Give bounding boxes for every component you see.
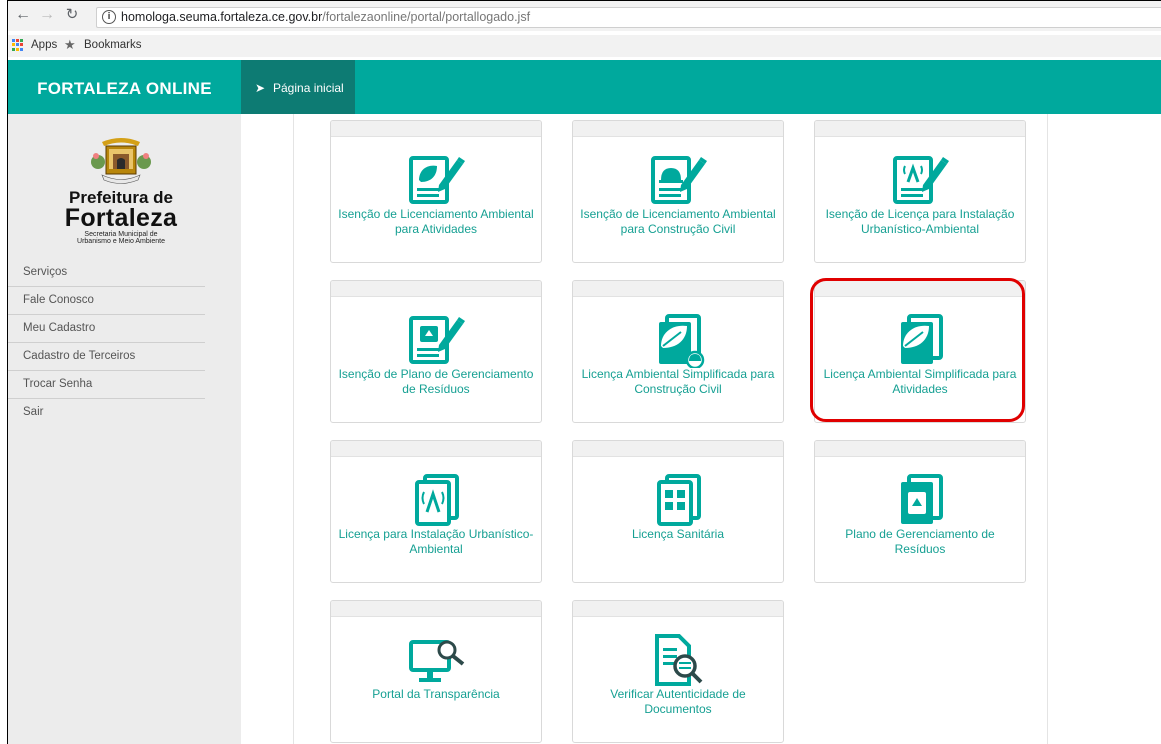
service-card[interactable]: Isenção de Licença para Instalação Urban… bbox=[814, 120, 1026, 263]
service-card[interactable]: Isenção de Plano de Gerenciamento de Res… bbox=[330, 280, 542, 423]
service-card[interactable]: Licença Ambiental Simplificada para Cons… bbox=[572, 280, 784, 423]
card-title: Licença Ambiental Simplificada para Ativ… bbox=[823, 367, 1017, 396]
card-title: Licença Sanitária bbox=[631, 527, 725, 541]
info-icon[interactable]: i bbox=[102, 10, 116, 24]
recycle-form-pen-icon bbox=[407, 312, 467, 368]
card-header bbox=[815, 121, 1025, 137]
logo-line3: Secretaria Municipal de bbox=[84, 231, 158, 238]
service-card[interactable]: Plano de Gerenciamento de Resíduos bbox=[814, 440, 1026, 583]
card-title: Isenção de Licenciamento Ambiental para … bbox=[338, 207, 534, 236]
card-title: Licença Ambiental Simplificada para Cons… bbox=[581, 367, 775, 396]
service-card[interactable]: Licença Ambiental Simplificada para Ativ… bbox=[814, 280, 1026, 423]
tab-home[interactable]: ➤ Página inicial bbox=[241, 60, 355, 114]
sidebar-item-servicos[interactable]: Serviços bbox=[8, 259, 205, 287]
card-title: Isenção de Licença para Instalação Urban… bbox=[825, 207, 1015, 236]
sidebar-item-meu-cadastro[interactable]: Meu Cadastro bbox=[8, 315, 205, 343]
star-icon: ★ bbox=[64, 37, 76, 52]
bookmark-bookmarks[interactable]: Bookmarks bbox=[84, 39, 142, 51]
card-title: Verificar Autenticidade de Documentos bbox=[610, 687, 746, 716]
bookmark-apps[interactable]: Apps bbox=[31, 39, 57, 51]
sidebar-menu: Serviços Fale Conosco Meu Cadastro Cadas… bbox=[8, 259, 205, 426]
card-header bbox=[573, 441, 783, 457]
card-title: Portal da Transparência bbox=[372, 687, 500, 701]
navigation-arrow-icon: ➤ bbox=[255, 81, 266, 95]
card-title: Isenção de Plano de Gerenciamento de Res… bbox=[338, 367, 534, 396]
back-arrow-icon[interactable]: ← bbox=[14, 6, 32, 24]
services-panel: Isenção de Licenciamento Ambiental para … bbox=[293, 114, 1048, 744]
service-card[interactable]: Portal da Transparência bbox=[330, 600, 542, 743]
card-header bbox=[331, 441, 541, 457]
card-header bbox=[815, 281, 1025, 297]
reload-icon[interactable]: ↻ bbox=[63, 6, 81, 24]
sidebar: Prefeitura de Fortaleza Secretaria Munic… bbox=[8, 114, 241, 744]
tab-home-label: Página inicial bbox=[273, 81, 344, 95]
service-card[interactable]: Isenção de Licenciamento Ambiental para … bbox=[572, 120, 784, 263]
helmet-form-pen-icon bbox=[649, 152, 709, 208]
sidebar-item-cadastro-terceiros[interactable]: Cadastro de Terceiros bbox=[8, 343, 205, 371]
service-card[interactable]: Licença Sanitária bbox=[572, 440, 784, 583]
leaf-document-icon bbox=[891, 312, 951, 368]
bookmarks-bar: Apps ★ Bookmarks bbox=[8, 35, 1161, 57]
card-header bbox=[815, 441, 1025, 457]
sidebar-item-trocar-senha[interactable]: Trocar Senha bbox=[8, 371, 205, 399]
card-header bbox=[573, 281, 783, 297]
brand-title[interactable]: FORTALEZA ONLINE bbox=[8, 60, 241, 114]
address-bar[interactable]: i homologa.seuma.fortaleza.ce.gov.br/for… bbox=[96, 7, 1161, 28]
app-header: FORTALEZA ONLINE ➤ Página inicial bbox=[8, 60, 1161, 114]
forward-arrow-icon[interactable]: → bbox=[38, 6, 56, 24]
card-title: Isenção de Licenciamento Ambiental para … bbox=[580, 207, 776, 236]
antenna-document-icon bbox=[415, 474, 459, 526]
logo-line4: Urbanismo e Meio Ambiente bbox=[77, 238, 165, 245]
card-header bbox=[331, 281, 541, 297]
recycle-document-icon bbox=[891, 472, 951, 528]
apps-grid-icon[interactable] bbox=[12, 39, 24, 51]
sidebar-item-fale-conosco[interactable]: Fale Conosco bbox=[8, 287, 205, 315]
service-card[interactable]: Verificar Autenticidade de Documentos bbox=[572, 600, 784, 743]
leaf-form-pen-icon bbox=[407, 152, 467, 208]
document-magnifier-icon bbox=[655, 634, 703, 686]
card-header bbox=[573, 121, 783, 137]
logo-line2: Fortaleza bbox=[64, 204, 178, 232]
card-header bbox=[573, 601, 783, 617]
browser-window: ← → ↻ i homologa.seuma.fortaleza.ce.gov.… bbox=[7, 0, 1161, 744]
prefeitura-logo: Prefeitura de Fortaleza Secretaria Munic… bbox=[46, 132, 196, 245]
url-text[interactable]: homologa.seuma.fortaleza.ce.gov.br/forta… bbox=[121, 10, 530, 24]
sanitary-document-icon bbox=[657, 474, 701, 526]
city-seal-icon bbox=[91, 138, 151, 184]
main-content: Isenção de Licenciamento Ambiental para … bbox=[241, 114, 1161, 744]
monitor-magnifier-icon bbox=[409, 640, 465, 682]
browser-toolbar: ← → ↻ i homologa.seuma.fortaleza.ce.gov.… bbox=[8, 1, 1161, 31]
service-card[interactable]: Licença para Instalação Urbanístico-Ambi… bbox=[330, 440, 542, 583]
service-card[interactable]: Isenção de Licenciamento Ambiental para … bbox=[330, 120, 542, 263]
antenna-form-pen-icon bbox=[891, 152, 951, 208]
card-title: Licença para Instalação Urbanístico-Ambi… bbox=[338, 527, 534, 556]
card-header bbox=[331, 601, 541, 617]
sidebar-item-sair[interactable]: Sair bbox=[8, 399, 205, 426]
card-header bbox=[331, 121, 541, 137]
leaf-document-helmet-icon bbox=[649, 312, 705, 368]
card-title: Plano de Gerenciamento de Resíduos bbox=[845, 527, 995, 556]
